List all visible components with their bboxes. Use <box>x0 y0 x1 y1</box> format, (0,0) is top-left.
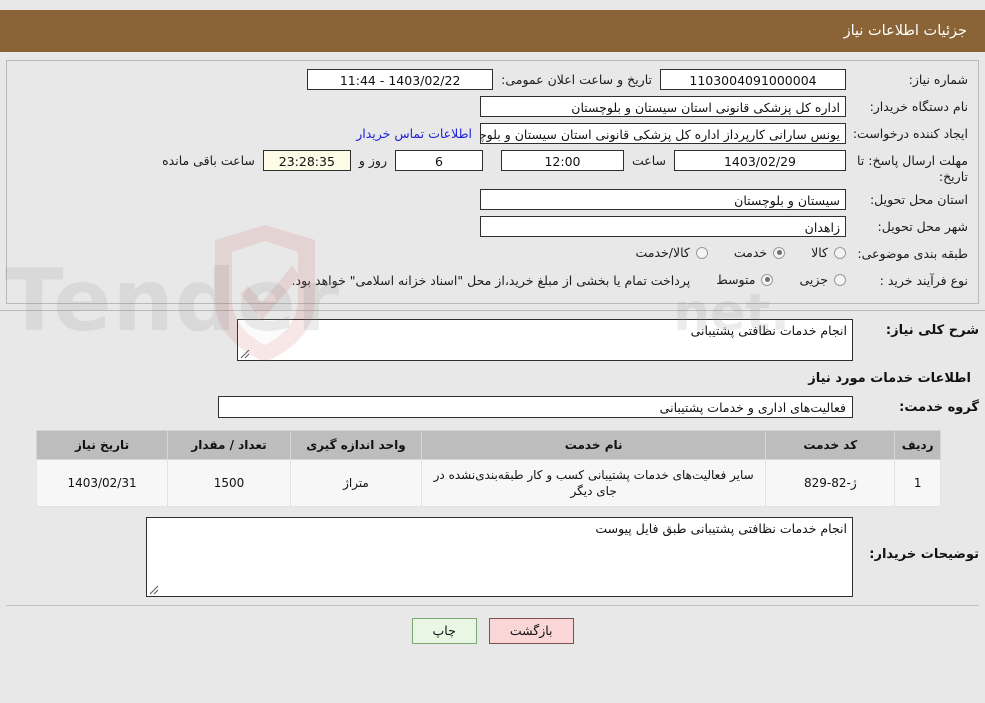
cell-unit: متراژ <box>289 459 422 507</box>
radio-icon[interactable] <box>834 273 846 286</box>
days-label: روز و <box>358 153 387 168</box>
purchase-type-radio-group[interactable]: جزیی متوسط <box>690 270 846 287</box>
row-category: طبقه بندی موضوعی: کالا خدمت کالا/خدمت <box>17 243 968 266</box>
radio-selected-icon[interactable] <box>773 246 786 259</box>
cell-need-date: 1403/02/31 <box>35 459 169 507</box>
deadline-date: 1403/02/29 <box>674 150 846 171</box>
category-label: طبقه بندی موضوعی: <box>857 246 968 261</box>
buyer-notes-label: توضیحات خریدار: <box>869 547 979 562</box>
page-header: جزئیات اطلاعات نیاز <box>0 10 985 52</box>
row-need-summary: شرح کلی نیاز: انجام خدمات نظافتی پشتیبان… <box>6 319 979 361</box>
col-name: نام خدمت <box>420 430 767 460</box>
buyer-contact-link[interactable]: اطلاعات تماس خریدار <box>348 123 480 141</box>
row-need-number: شماره نیاز: 1103004091000004 تاریخ و ساع… <box>17 69 968 92</box>
row-city: شهر محل تحویل: زاهدان <box>17 216 968 239</box>
purchase-option-motevaset[interactable]: متوسط <box>716 272 774 287</box>
table-row: 1 ژ-82-829 سایر فعالیت‌های خدمات پشتیبان… <box>35 459 941 507</box>
col-quantity: تعداد / مقدار <box>167 430 291 460</box>
buyer-org-value: اداره کل پزشکی قانونی استان سیستان و بلو… <box>480 96 846 117</box>
requester-value: یونس سارانی کارپرداز اداره کل پزشکی قانو… <box>480 123 846 144</box>
services-section-title: اطلاعات خدمات مورد نیاز <box>808 371 971 386</box>
row-purchase-type: نوع فرآیند خرید : جزیی متوسط پرداخت تمام… <box>17 270 968 293</box>
deadline-label: مهلت ارسال پاسخ: تا تاریخ: <box>857 153 968 184</box>
cell-quantity: 1500 <box>167 459 291 507</box>
requester-label: ایجاد کننده درخواست: <box>852 126 968 141</box>
table-header-row: ردیف کد خدمت نام خدمت واحد اندازه گیری ت… <box>35 430 941 460</box>
resize-grip-icon[interactable] <box>240 349 250 359</box>
row-province: استان محل تحویل: سیستان و بلوچستان <box>17 189 968 212</box>
buyer-notes-section: توضیحات خریدار: انجام خدمات نظافتی پشتیب… <box>0 507 985 597</box>
print-button[interactable]: چاپ <box>411 618 477 644</box>
col-unit: واحد اندازه گیری <box>289 430 422 460</box>
need-summary-section: شرح کلی نیاز: انجام خدمات نظافتی پشتیبان… <box>0 311 985 418</box>
city-label: شهر محل تحویل: <box>877 219 968 234</box>
cell-code: ژ-82-829 <box>765 459 896 507</box>
category-option-label: کالا <box>811 245 828 260</box>
col-code: کد خدمت <box>765 430 896 460</box>
row-buyer-org: نام دستگاه خریدار: اداره کل پزشکی قانونی… <box>17 96 968 119</box>
cell-name: سایر فعالیت‌های خدمات پشتیبانی کسب و کار… <box>420 459 767 507</box>
col-index: ردیف <box>894 430 941 460</box>
services-table-wrap: ردیف کد خدمت نام خدمت واحد اندازه گیری ت… <box>0 422 985 507</box>
action-button-bar: بازگشت چاپ <box>0 618 985 644</box>
need-summary-value: انجام خدمات نظافتی پشتیبانی <box>690 323 847 338</box>
need-info-panel: شماره نیاز: 1103004091000004 تاریخ و ساع… <box>6 60 979 304</box>
need-summary-textarea[interactable]: انجام خدمات نظافتی پشتیبانی <box>237 319 853 361</box>
row-service-group: گروه خدمت: فعالیت‌های اداری و خدمات پشتی… <box>6 396 979 418</box>
province-value: سیستان و بلوچستان <box>480 189 846 210</box>
bottom-divider <box>6 605 979 606</box>
category-option-label: کالا/خدمت <box>635 245 690 260</box>
service-group-label: گروه خدمت: <box>899 400 979 415</box>
buyer-org-label: نام دستگاه خریدار: <box>869 99 968 114</box>
buyer-notes-value: انجام خدمات نظافتی پشتیبانی طبق فایل پیو… <box>595 521 847 536</box>
purchase-option-label: متوسط <box>716 272 756 287</box>
public-announce-value: 1403/02/22 - 11:44 <box>307 69 494 90</box>
back-button[interactable]: بازگشت <box>488 618 574 644</box>
page-root: AnaTender .net جزئیات اطلاعات نیاز شماره… <box>0 0 985 703</box>
purchase-type-label: نوع فرآیند خرید : <box>879 273 968 288</box>
services-table: ردیف کد خدمت نام خدمت واحد اندازه گیری ت… <box>35 430 941 507</box>
need-number-label: شماره نیاز: <box>908 72 968 87</box>
radio-icon[interactable] <box>834 246 846 259</box>
city-value: زاهدان <box>480 216 846 237</box>
remaining-days: 6 <box>394 150 483 171</box>
category-option-kala-khedmat[interactable]: کالا/خدمت <box>635 245 708 260</box>
radio-icon[interactable] <box>695 246 708 259</box>
top-spacer <box>0 0 985 10</box>
purchase-type-note: پرداخت تمام یا بخشی از مبلغ خرید،از محل … <box>291 273 691 288</box>
row-requester: ایجاد کننده درخواست: یونس سارانی کارپردا… <box>17 123 968 146</box>
col-need-date: تاریخ نیاز <box>35 430 169 460</box>
row-deadline: مهلت ارسال پاسخ: تا تاریخ: 1403/02/29 سا… <box>17 150 968 185</box>
category-radio-group[interactable]: کالا خدمت کالا/خدمت <box>609 243 846 260</box>
deadline-time: 12:00 <box>500 150 624 171</box>
cell-index: 1 <box>894 459 941 507</box>
purchase-option-jozii[interactable]: جزیی <box>799 272 846 287</box>
resize-grip-icon[interactable] <box>149 585 159 595</box>
countdown-clock: 23:28:35 <box>262 150 351 171</box>
province-label: استان محل تحویل: <box>869 192 968 207</box>
category-option-label: خدمت <box>733 245 768 260</box>
category-option-kala[interactable]: کالا <box>811 245 846 260</box>
page-title: جزئیات اطلاعات نیاز <box>843 23 967 39</box>
deadline-time-label: ساعت <box>631 153 666 168</box>
service-group-value: فعالیت‌های اداری و خدمات پشتیبانی <box>218 396 853 418</box>
remaining-label: ساعت باقی مانده <box>162 153 255 168</box>
need-summary-label: شرح کلی نیاز: <box>885 323 979 338</box>
row-buyer-notes: توضیحات خریدار: انجام خدمات نظافتی پشتیب… <box>6 517 979 597</box>
need-number-value: 1103004091000004 <box>660 69 846 90</box>
category-option-khedmat[interactable]: خدمت <box>733 245 786 260</box>
buyer-notes-textarea[interactable]: انجام خدمات نظافتی پشتیبانی طبق فایل پیو… <box>146 517 853 597</box>
purchase-option-label: جزیی <box>799 272 828 287</box>
radio-selected-icon[interactable] <box>761 273 774 286</box>
public-announce-label: تاریخ و ساعت اعلان عمومی: <box>501 72 652 87</box>
